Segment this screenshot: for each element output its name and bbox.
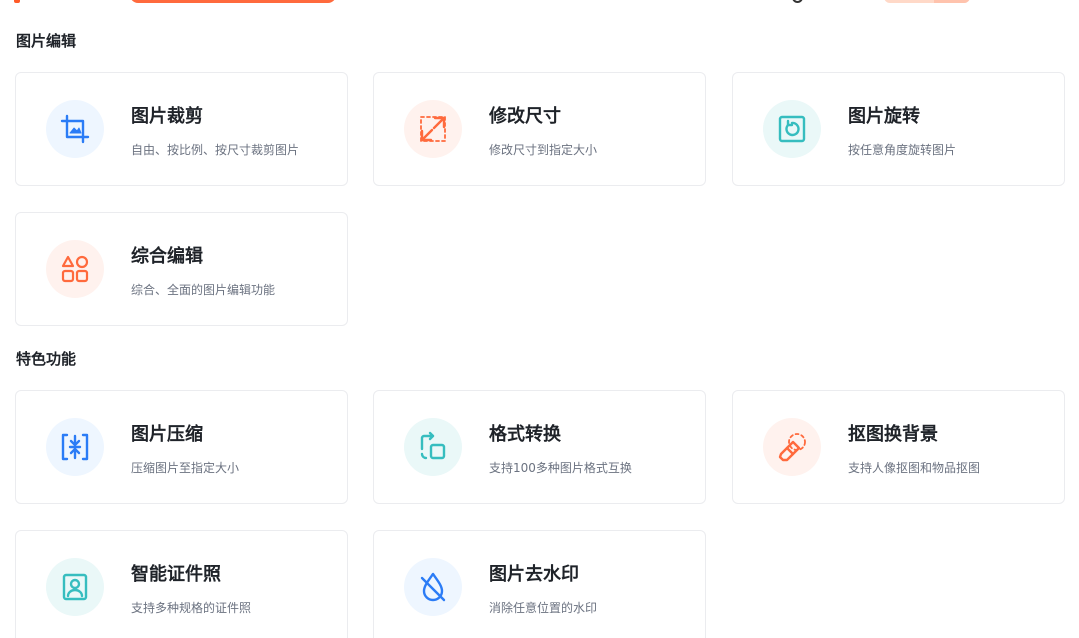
card-desc: 消除任意位置的水印 [489,601,598,615]
card-comprehensive-edit[interactable]: 综合编辑 综合、全面的图片编辑功能 [15,212,348,326]
card-title: 图片旋转 [848,106,920,127]
compress-icon [46,418,104,476]
card-format-convert[interactable]: 格式转换 支持100多种图片格式互换 [373,390,706,504]
card-desc: 修改尺寸到指定大小 [489,143,598,157]
id-photo-icon [46,558,104,616]
header-remnant [0,0,1079,4]
search-bar-edge[interactable] [130,0,336,3]
page: 图片编辑 图片裁剪 自由、按比例、按尺寸裁剪图片 修改尺寸 修改尺寸到指定大小 [0,0,1079,638]
card-title: 综合编辑 [131,246,203,267]
user-icon[interactable] [792,0,803,3]
shapes-icon [46,240,104,298]
card-image-compress[interactable]: 图片压缩 压缩图片至指定大小 [15,390,348,504]
card-id-photo[interactable]: 智能证件照 支持多种规格的证件照 [15,530,348,638]
resize-icon [404,100,462,158]
card-title: 格式转换 [489,424,561,445]
rotate-icon [763,100,821,158]
card-desc: 压缩图片至指定大小 [131,461,240,475]
card-title: 智能证件照 [131,564,221,585]
watermark-remove-icon [404,558,462,616]
convert-icon [404,418,462,476]
header-button-edge[interactable] [884,0,970,3]
card-title: 图片压缩 [131,424,203,445]
card-resize[interactable]: 修改尺寸 修改尺寸到指定大小 [373,72,706,186]
card-desc: 综合、全面的图片编辑功能 [131,283,276,297]
card-watermark-remove[interactable]: 图片去水印 消除任意位置的水印 [373,530,706,638]
logo-icon [14,0,20,3]
card-title: 图片裁剪 [131,106,203,127]
card-desc: 支持人像抠图和物品抠图 [848,461,981,475]
card-title: 修改尺寸 [489,106,561,127]
card-desc: 支持多种规格的证件照 [131,601,252,615]
card-image-crop[interactable]: 图片裁剪 自由、按比例、按尺寸裁剪图片 [15,72,348,186]
card-title: 抠图换背景 [848,424,938,445]
card-desc: 支持100多种图片格式互换 [489,461,632,475]
card-cutout-background[interactable]: 抠图换背景 支持人像抠图和物品抠图 [732,390,1065,504]
card-title: 图片去水印 [489,564,579,585]
crop-icon [46,100,104,158]
card-desc: 按任意角度旋转图片 [848,143,957,157]
card-image-rotate[interactable]: 图片旋转 按任意角度旋转图片 [732,72,1065,186]
section-title-image-edit: 图片编辑 [16,32,77,50]
eraser-icon [763,418,821,476]
section-title-featured: 特色功能 [16,350,77,368]
card-desc: 自由、按比例、按尺寸裁剪图片 [131,143,300,157]
